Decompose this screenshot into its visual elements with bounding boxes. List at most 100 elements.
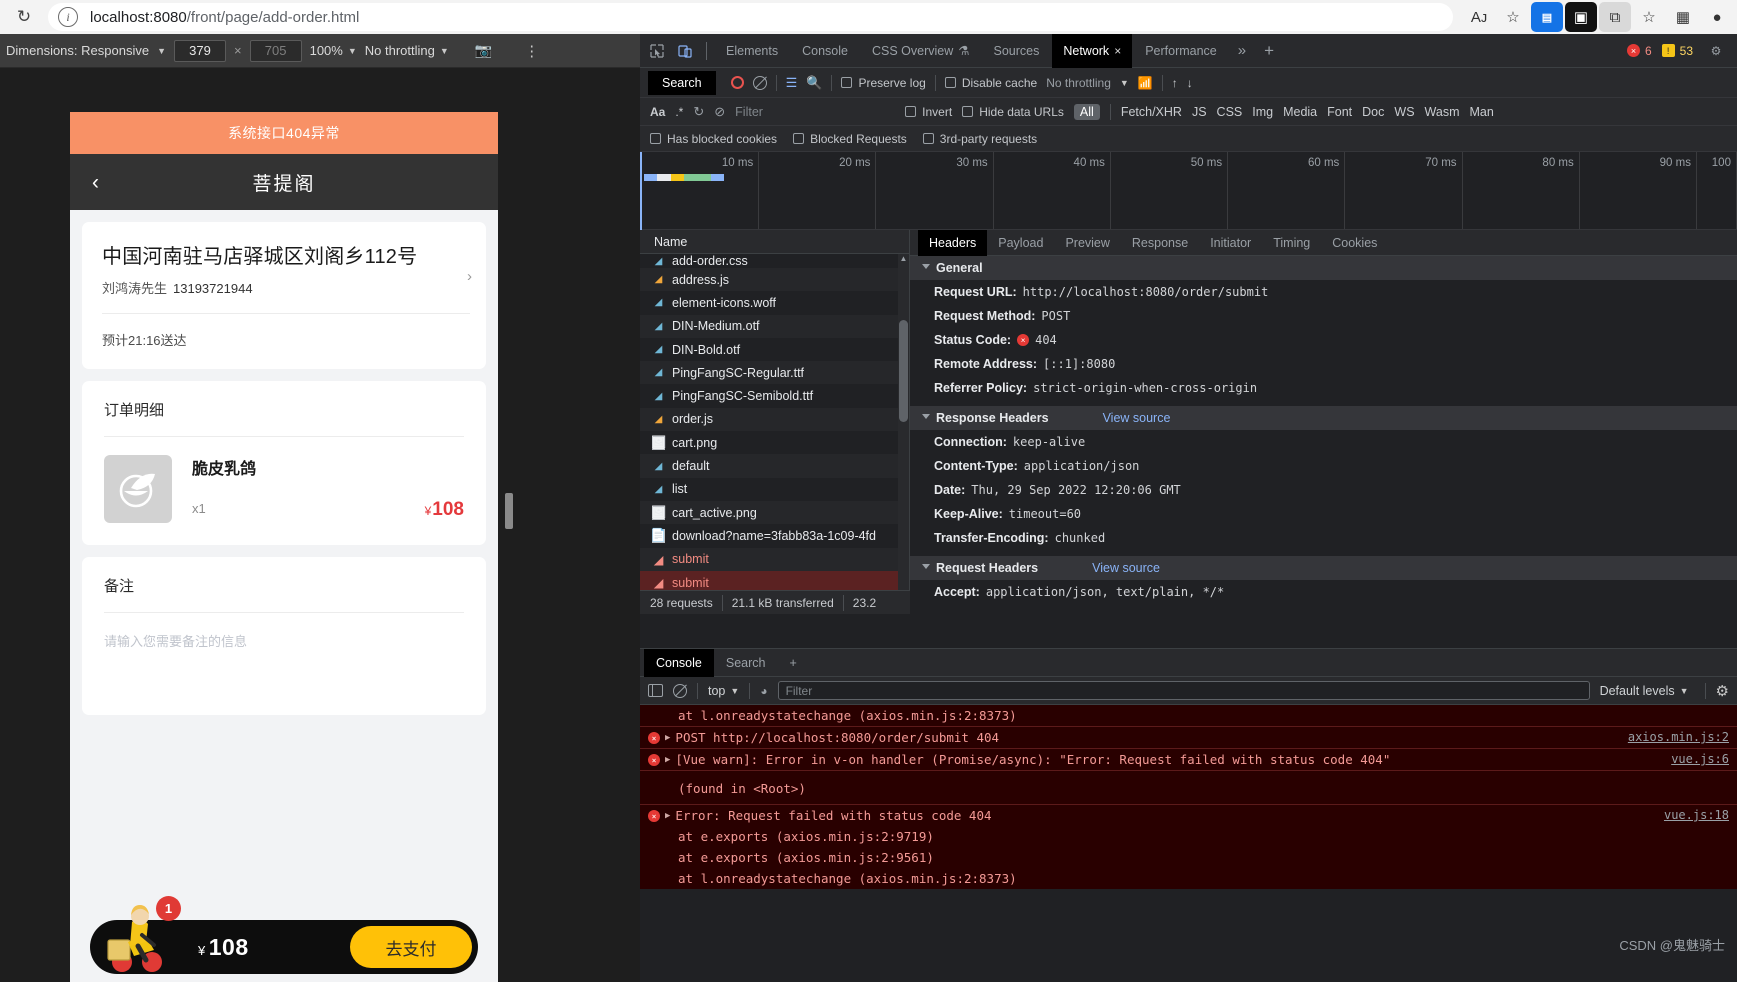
reload-icon[interactable]: ↻ — [8, 1, 40, 33]
width-input[interactable]: 379 — [174, 39, 226, 62]
profile-icon[interactable]: ● — [1701, 2, 1733, 32]
console-filter-input[interactable]: Filter — [777, 681, 1590, 700]
record-icon[interactable] — [730, 76, 744, 89]
tab-search[interactable]: Search — [714, 649, 778, 677]
request-headers-section-header[interactable]: Request Headers View source — [910, 556, 1737, 580]
type-filter-media[interactable]: Media — [1283, 105, 1317, 119]
type-filter-wasm[interactable]: Wasm — [1425, 105, 1460, 119]
expand-arrow-icon[interactable]: ▶ — [665, 755, 670, 765]
tab-cookies[interactable]: Cookies — [1321, 230, 1388, 256]
extension-dark-icon[interactable]: ▣ — [1565, 2, 1597, 32]
clear-console-icon[interactable] — [673, 683, 687, 698]
import-har-icon[interactable]: ↑ — [1172, 76, 1178, 90]
type-filter-fetch-xhr[interactable]: Fetch/XHR — [1121, 105, 1182, 119]
tab-payload[interactable]: Payload — [987, 230, 1054, 256]
clear-icon[interactable] — [752, 75, 767, 90]
tab-performance[interactable]: Performance — [1134, 34, 1228, 68]
device-toggle-icon[interactable] — [672, 38, 698, 64]
network-throttling-select[interactable]: No throttling — [1046, 76, 1111, 90]
type-filter-css[interactable]: CSS — [1217, 105, 1243, 119]
viewport-resize-handle[interactable] — [505, 493, 513, 529]
console-source-link[interactable]: vue.js:18 — [1664, 808, 1729, 822]
address-chevron-right-icon[interactable]: › — [467, 268, 472, 285]
table-row[interactable]: ◢ address.js — [640, 268, 909, 292]
type-filter-doc[interactable]: Doc — [1362, 105, 1384, 119]
preserve-log-checkbox[interactable]: Preserve log — [841, 76, 926, 90]
more-tabs-icon[interactable]: » — [1230, 42, 1254, 59]
dimensions-chevron-down-icon[interactable]: ▼ — [157, 46, 166, 56]
tab-timing[interactable]: Timing — [1262, 230, 1321, 256]
clear-filter-icon[interactable]: ⊘ — [714, 104, 725, 120]
table-row[interactable]: ◢ DIN-Medium.otf — [640, 314, 909, 338]
add-drawer-tab-icon[interactable]: + — [777, 649, 808, 677]
table-row[interactable]: ◢ default — [640, 454, 909, 478]
collections-icon[interactable]: ▦ — [1667, 2, 1699, 32]
console-source-link[interactable]: vue.js:6 — [1671, 752, 1729, 766]
type-filter-js[interactable]: JS — [1192, 105, 1207, 119]
search-chip[interactable]: Search — [648, 70, 716, 95]
console-message[interactable]: × ▶ POST http://localhost:8080/order/sub… — [640, 727, 1737, 749]
blocked-requests-checkbox[interactable]: Blocked Requests — [793, 132, 907, 146]
regex-icon[interactable]: .* — [675, 105, 683, 119]
zoom-select[interactable]: 100% ▼ — [310, 43, 357, 58]
height-input[interactable]: 705 — [249, 39, 302, 62]
table-row[interactable]: 🖼 cart_active.png — [640, 500, 909, 525]
camera-icon[interactable]: 📷 — [475, 42, 492, 59]
type-filter-all[interactable]: All — [1073, 103, 1100, 120]
read-aloud-icon[interactable]: Aᴊ — [1463, 2, 1495, 32]
close-icon[interactable]: × — [1114, 44, 1121, 58]
response-headers-section-header[interactable]: Response Headers View source — [910, 406, 1737, 430]
throttling-chevron-down-icon[interactable]: ▼ — [1120, 78, 1129, 88]
search-icon[interactable]: 🔍 — [806, 75, 822, 91]
tab-network[interactable]: Network × — [1052, 33, 1133, 68]
type-filter-img[interactable]: Img — [1252, 105, 1273, 119]
network-filter-input[interactable]: Filter — [735, 105, 895, 119]
site-info-icon[interactable]: i — [58, 7, 78, 27]
view-source-link[interactable]: View source — [1103, 411, 1171, 425]
favorites-icon[interactable]: ☆ — [1633, 2, 1665, 32]
table-row[interactable]: 🖼 cart.png — [640, 431, 909, 454]
type-filter-ws[interactable]: WS — [1394, 105, 1414, 119]
invert-checkbox[interactable]: Invert — [905, 105, 952, 119]
console-settings-icon[interactable]: ⚙ — [1716, 682, 1729, 700]
add-favorite-icon[interactable]: ☆ — [1497, 2, 1529, 32]
tab-headers[interactable]: Headers — [918, 229, 988, 256]
table-row[interactable]: ◢ order.js — [640, 407, 909, 432]
tab-response[interactable]: Response — [1121, 230, 1199, 256]
type-filter-manifest[interactable]: Man — [1469, 105, 1493, 119]
has-blocked-cookies-checkbox[interactable]: Has blocked cookies — [650, 132, 777, 146]
network-timeline-overview[interactable]: 10 ms 20 ms 30 ms 40 ms 50 ms 60 ms 70 m… — [640, 152, 1737, 230]
request-list-header[interactable]: Name — [640, 230, 909, 254]
match-case-icon[interactable]: Aa — [650, 105, 665, 119]
network-conditions-icon[interactable]: 📶 — [1138, 76, 1153, 90]
export-har-icon[interactable]: ↓ — [1187, 76, 1193, 90]
tab-console[interactable]: Console — [644, 648, 714, 677]
extension-puzzle-icon[interactable]: ⧉ — [1599, 2, 1631, 32]
console-message[interactable]: × ▶ Error: Request failed with status co… — [640, 805, 1737, 826]
tab-elements[interactable]: Elements — [715, 34, 789, 68]
table-row[interactable]: ◢ PingFangSC-Regular.ttf — [640, 361, 909, 385]
table-row[interactable]: ◢ submit — [640, 547, 909, 571]
go-pay-button[interactable]: 去支付 — [350, 926, 472, 968]
table-row[interactable]: ◢ PingFangSC-Semibold.ttf — [640, 384, 909, 407]
inspect-icon[interactable] — [644, 38, 670, 64]
more-vertical-icon[interactable]: ⋮ — [524, 42, 539, 60]
hide-data-urls-checkbox[interactable]: Hide data URLs — [962, 105, 1064, 119]
tab-preview[interactable]: Preview — [1054, 230, 1120, 256]
table-row[interactable]: ◢ list — [640, 478, 909, 501]
gear-icon[interactable]: ⚙ — [1703, 38, 1729, 64]
disable-cache-checkbox[interactable]: Disable cache — [944, 76, 1037, 90]
console-message[interactable]: × ▶ [Vue warn]: Error in v-on handler (P… — [640, 749, 1737, 771]
refresh-icon[interactable]: ↻ — [693, 104, 704, 120]
error-count[interactable]: × 6 — [1626, 44, 1652, 58]
table-row[interactable]: ◢ DIN-Bold.otf — [640, 338, 909, 361]
address-bar[interactable]: i localhost:8080/front/page/add-order.ht… — [48, 3, 1453, 31]
scroll-up-icon[interactable]: ▲ — [898, 254, 909, 266]
type-filter-font[interactable]: Font — [1327, 105, 1352, 119]
table-row[interactable]: ◢ element-icons.woff — [640, 291, 909, 314]
live-expression-icon[interactable]: ◕ — [760, 684, 767, 698]
view-source-link[interactable]: View source — [1092, 561, 1160, 575]
tab-console[interactable]: Console — [791, 34, 859, 68]
add-panel-icon[interactable]: + — [1256, 41, 1282, 61]
filter-icon[interactable]: ☰ — [786, 75, 798, 91]
